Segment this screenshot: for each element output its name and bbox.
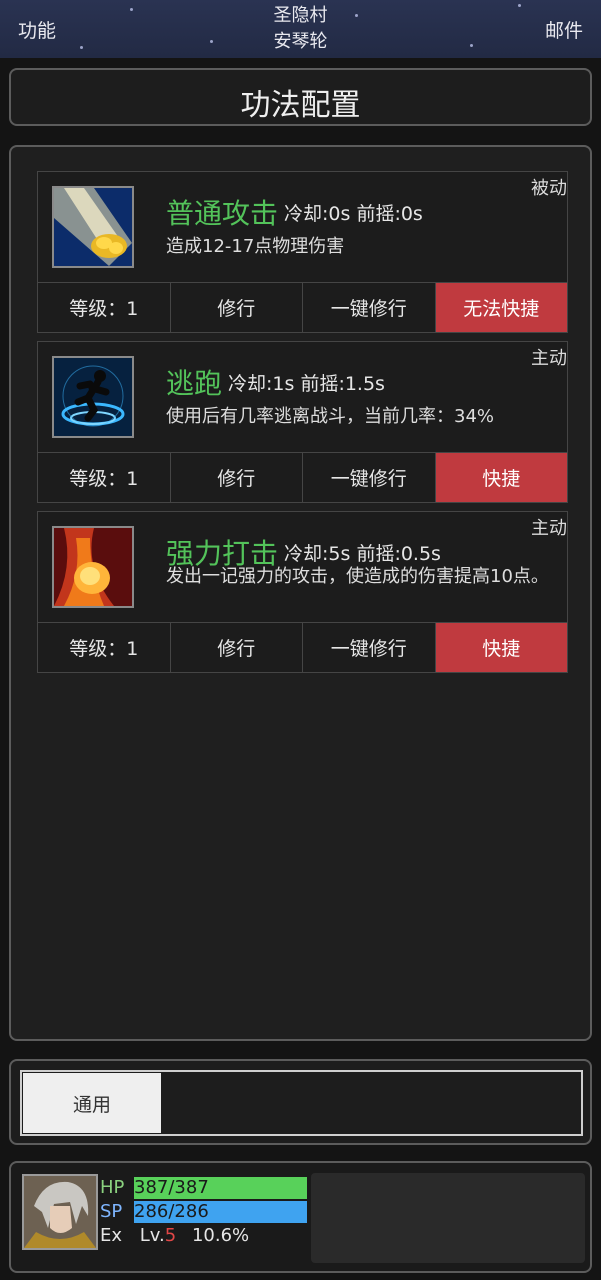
train-button[interactable]: 修行 xyxy=(171,283,303,332)
hp-bar: 387/387 xyxy=(134,1177,307,1199)
sp-bar: 286/286 xyxy=(134,1201,307,1223)
skill-list-panel: 普通攻击 冷却:0s 前摇:0s 被动 造成12-17点物理伤害 等级：1 修行 … xyxy=(9,145,592,1041)
shortcut-button[interactable]: 无法快捷 xyxy=(435,283,567,332)
location-village: 圣隐村 xyxy=(273,5,328,26)
exp-row: Ex Lv.5 10.6% xyxy=(100,1225,249,1247)
train-button[interactable]: 修行 xyxy=(171,453,303,502)
hp-value: 387/387 xyxy=(134,1177,209,1198)
category-filter-panel: 通用 xyxy=(9,1059,592,1145)
skill-level: 等级：1 xyxy=(38,453,171,502)
player-status-panel: HP 387/387 SP 286/286 Ex Lv.5 10.6% xyxy=(9,1161,592,1273)
golden-fist-icon xyxy=(52,186,134,268)
page-title: 功法配置 xyxy=(240,88,361,123)
skill-description: 发出一记强力的攻击，使造成的伤害提高10点。 xyxy=(166,566,549,587)
skill-description: 造成12-17点物理伤害 xyxy=(166,236,345,257)
skill-name: 逃跑 冷却:1s 前摇:1.5s xyxy=(166,367,385,400)
skill-cooldown: 冷却:5s 前摇:0.5s xyxy=(284,543,441,565)
sp-value: 286/286 xyxy=(134,1201,209,1222)
flaming-fist-icon xyxy=(52,526,134,608)
avatar[interactable] xyxy=(22,1174,98,1250)
mail-button[interactable]: 邮件 xyxy=(545,16,583,43)
train-all-button[interactable]: 一键修行 xyxy=(303,453,436,502)
exp-percent: 10.6% xyxy=(191,1225,250,1246)
skill-type: 主动 xyxy=(531,348,567,369)
skill-cooldown: 冷却:1s 前摇:1.5s xyxy=(228,373,385,395)
tab-general[interactable]: 通用 xyxy=(23,1073,161,1133)
level-text: Lv.5 xyxy=(139,1225,177,1246)
category-tabs: 通用 xyxy=(20,1070,583,1136)
shortcut-button[interactable]: 快捷 xyxy=(435,453,567,502)
skill-actions: 等级：1 修行 一键修行 快捷 xyxy=(38,452,567,502)
skill-description: 使用后有几率逃离战斗，当前几率：34% xyxy=(166,406,495,427)
skill-cooldown: 冷却:0s 前摇:0s xyxy=(284,203,423,225)
shortcut-button[interactable]: 快捷 xyxy=(435,623,567,672)
skill-level: 等级：1 xyxy=(38,623,171,672)
hp-row: HP xyxy=(100,1177,134,1199)
skill-type: 被动 xyxy=(531,178,567,199)
skill-name: 普通攻击 冷却:0s 前摇:0s xyxy=(166,197,423,230)
skill-type: 主动 xyxy=(531,518,567,539)
skill-actions: 等级：1 修行 一键修行 无法快捷 xyxy=(38,282,567,332)
sp-row: SP xyxy=(100,1201,134,1223)
train-all-button[interactable]: 一键修行 xyxy=(303,623,436,672)
skill-actions: 等级：1 修行 一键修行 快捷 xyxy=(38,622,567,672)
ex-label: Ex xyxy=(100,1225,123,1246)
skill-card-escape: 逃跑 冷却:1s 前摇:1.5s 主动 使用后有几率逃离战斗，当前几率：34% 等… xyxy=(37,341,568,503)
running-man-icon xyxy=(52,356,134,438)
message-area xyxy=(311,1173,585,1263)
train-button[interactable]: 修行 xyxy=(171,623,303,672)
train-all-button[interactable]: 一键修行 xyxy=(303,283,436,332)
location-area: 安琴轮 xyxy=(273,31,328,52)
hp-label: HP xyxy=(100,1177,125,1198)
skill-card-normal-attack: 普通攻击 冷却:0s 前摇:0s 被动 造成12-17点物理伤害 等级：1 修行 … xyxy=(37,171,568,333)
sp-label: SP xyxy=(100,1201,123,1222)
skill-card-power-strike: 强力打击 冷却:5s 前摇:0.5s 主动 发出一记强力的攻击，使造成的伤害提高1… xyxy=(37,511,568,673)
title-panel: 功法配置 xyxy=(9,68,592,126)
skill-level: 等级：1 xyxy=(38,283,171,332)
level-number: 5 xyxy=(164,1225,177,1246)
top-bar: 功能 圣隐村 安琴轮 邮件 xyxy=(0,0,601,58)
